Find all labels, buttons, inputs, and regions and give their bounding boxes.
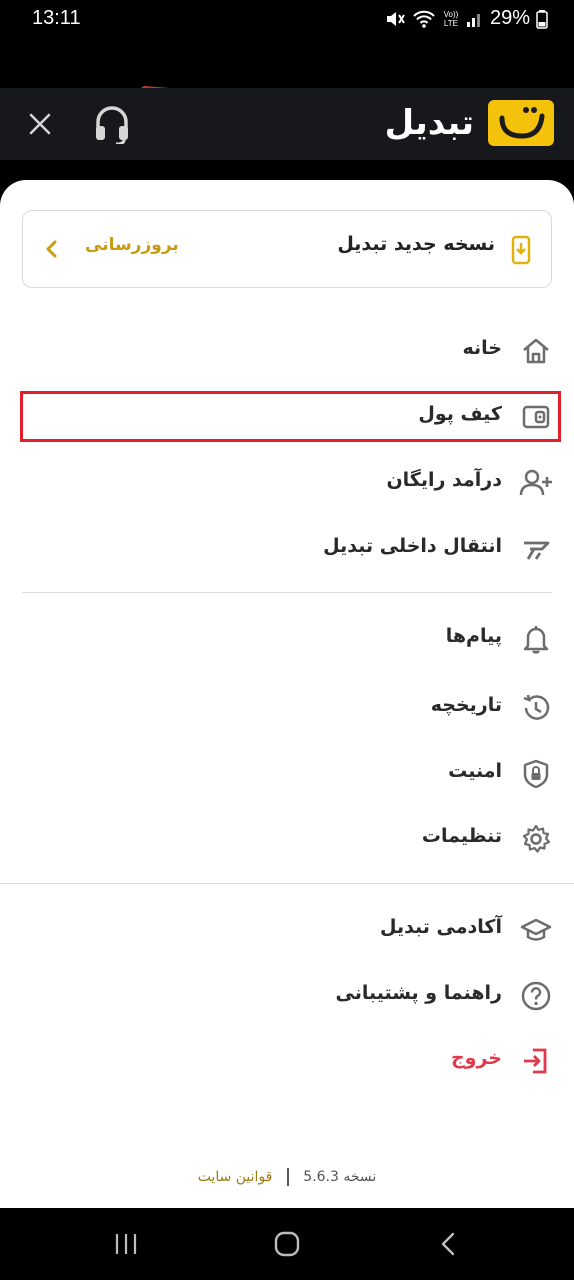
menu-item-free-income[interactable]: درآمد رایگان [0, 455, 574, 511]
menu-label-internal-transfer: انتقال داخلی تبدیل [323, 535, 502, 557]
menu-item-messages[interactable]: پیام‌ها [0, 611, 574, 667]
menu-label-academy: آکادمی تبدیل [379, 916, 502, 938]
menu-label-free-income: درآمد رایگان [386, 469, 502, 491]
back-icon[interactable] [438, 1231, 458, 1257]
logo-mark-icon [499, 107, 545, 139]
help-circle-icon [521, 981, 551, 1011]
mute-icon [386, 11, 405, 26]
wifi-icon [413, 10, 435, 28]
add-user-icon [519, 469, 552, 496]
graduation-cap-icon [520, 918, 552, 941]
transfer-icon [524, 541, 550, 560]
app-version: نسخه 5.6.3 [303, 1169, 377, 1185]
update-button[interactable]: بروزرسانی [85, 235, 179, 255]
menu-item-home[interactable]: خانه [0, 323, 574, 379]
footer: نسخه 5.6.3 قوانین سایت [0, 1168, 574, 1186]
home-button-icon[interactable] [273, 1230, 301, 1258]
menu-label-settings: تنظیمات [421, 825, 502, 847]
close-icon[interactable] [28, 112, 52, 136]
status-bar: 13:11 Vo)) LTE 29% [0, 0, 574, 38]
shield-lock-icon [523, 759, 549, 789]
divider [0, 883, 574, 884]
wallet-highlight-box [20, 391, 561, 442]
menu-item-history[interactable]: تاریخچه [0, 680, 574, 736]
battery-icon [536, 9, 548, 29]
status-time: 13:11 [32, 7, 81, 29]
update-card[interactable]: نسخه جدید تبدیل بروزرسانی [22, 210, 552, 288]
menu-label-security: امنیت [448, 760, 502, 782]
menu-label-help-support: راهنما و پشتیبانی [335, 982, 502, 1004]
gear-icon [522, 824, 551, 853]
app-logo [488, 100, 554, 146]
app-name: تبدیل [384, 103, 474, 143]
menu-item-academy[interactable]: آکادمی تبدیل [0, 902, 574, 958]
update-title: نسخه جدید تبدیل [337, 233, 495, 255]
chevron-left-icon[interactable] [45, 239, 59, 259]
status-icons: Vo)) LTE 29% [384, 7, 548, 30]
headset-icon[interactable] [94, 104, 130, 144]
menu-item-help-support[interactable]: راهنما و پشتیبانی [0, 968, 574, 1024]
volte-label: Vo)) LTE [443, 9, 459, 28]
bell-icon [523, 626, 549, 654]
phone-download-icon [511, 235, 531, 265]
menu-label-logout: خروج [450, 1047, 502, 1069]
menu-label-history: تاریخچه [430, 694, 502, 716]
ad-banner[interactable] [0, 38, 574, 120]
battery-percent: 29% [489, 7, 530, 29]
menu-label-messages: پیام‌ها [445, 625, 502, 647]
menu-item-security[interactable]: امنیت [0, 746, 574, 802]
history-icon [523, 694, 550, 720]
menu-item-logout[interactable]: خروج [0, 1033, 574, 1089]
logout-icon [524, 1048, 547, 1074]
menu-label-home: خانه [462, 337, 502, 359]
menu-item-settings[interactable]: تنظیمات [0, 811, 574, 867]
recent-apps-icon[interactable] [112, 1232, 140, 1256]
home-icon [523, 338, 549, 364]
signal-icon [466, 13, 480, 27]
footer-separator [286, 1168, 289, 1186]
site-rules-link[interactable]: قوانین سایت [198, 1169, 273, 1185]
menu-item-internal-transfer[interactable]: انتقال داخلی تبدیل [0, 521, 574, 577]
divider [22, 592, 552, 593]
